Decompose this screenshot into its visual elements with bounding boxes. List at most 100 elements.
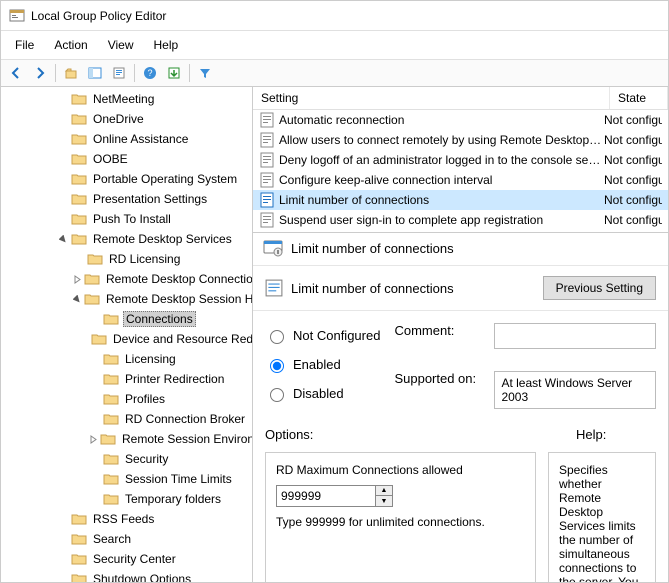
tree-item[interactable]: Remote Desktop Services [1,229,252,249]
list-row-state: Not configured [604,213,662,227]
previous-setting-button[interactable]: Previous Setting [543,276,656,300]
folder-icon [84,292,100,306]
tree-item-label: Security Center [93,552,176,566]
tree-item[interactable]: Online Assistance [1,129,252,149]
tree-item-label: Temporary folders [125,492,221,506]
tree-item[interactable]: OneDrive [1,109,252,129]
menu-file[interactable]: File [5,34,44,56]
folder-icon [71,552,87,566]
tree-item[interactable]: Shutdown Options [1,569,252,582]
radio-enabled[interactable]: Enabled [265,356,380,373]
list-row-state: Not configured [604,113,662,127]
spin-down-button[interactable]: ▼ [376,496,392,506]
tree-item-label: Shutdown Options [93,572,191,582]
supported-on-label: Supported on: [394,371,484,386]
tree-item-label: Remote Desktop Connection Client [106,272,253,286]
tree-item[interactable]: Profiles [1,389,252,409]
tree-item[interactable]: Security [1,449,252,469]
radio-group: Not Configured Enabled Disabled [265,323,380,409]
spin-up-button[interactable]: ▲ [376,486,392,496]
radio-not-configured[interactable]: Not Configured [265,327,380,344]
supported-on-value: At least Windows Server 2003 [494,371,656,409]
list-row[interactable]: Limit number of connectionsNot configure… [253,190,668,210]
policy-item-icon [259,132,275,148]
help-panel: Specifies whether Remote Desktop Service… [548,452,656,582]
toolbar-separator [55,64,56,82]
forward-button[interactable] [29,62,51,84]
tree-item[interactable]: Search [1,529,252,549]
tree-item[interactable]: Session Time Limits [1,469,252,489]
up-button[interactable] [60,62,82,84]
radio-not-configured-input[interactable] [270,330,284,344]
comment-field[interactable] [494,323,656,349]
radio-disabled[interactable]: Disabled [265,385,380,402]
list-row[interactable]: Configure keep-alive connection interval… [253,170,668,190]
tree-pane[interactable]: NetMeetingOneDriveOnline AssistanceOOBEP… [1,87,253,582]
tree-item[interactable]: Remote Desktop Session Host [1,289,252,309]
tree-item[interactable]: Printer Redirection [1,369,252,389]
show-hide-tree-button[interactable] [84,62,106,84]
tree-item[interactable]: Push To Install [1,209,252,229]
tree-item[interactable]: OOBE [1,149,252,169]
list-body[interactable]: Automatic reconnectionNot configuredAllo… [253,110,668,230]
tree-item[interactable]: Remote Desktop Connection Client [1,269,252,289]
menu-view[interactable]: View [98,34,144,56]
filter-button[interactable] [194,62,216,84]
toolbar-separator [134,64,135,82]
column-setting[interactable]: Setting [253,87,610,109]
column-state[interactable]: State [610,87,668,109]
radio-disabled-label: Disabled [293,386,344,401]
list-row[interactable]: Suspend user sign-in to complete app reg… [253,210,668,230]
tree-item[interactable]: Presentation Settings [1,189,252,209]
list-row[interactable]: Deny logoff of an administrator logged i… [253,150,668,170]
list-row-setting: Configure keep-alive connection interval [279,173,604,187]
menu-action[interactable]: Action [44,34,97,56]
back-button[interactable] [5,62,27,84]
list-row[interactable]: Automatic reconnectionNot configured [253,110,668,130]
tree-item[interactable]: Connections [1,309,252,329]
tree-item-label: Printer Redirection [125,372,224,386]
dialog-title: Limit number of connections [291,241,454,256]
help-button[interactable]: ? [139,62,161,84]
tree-item[interactable]: Temporary folders [1,489,252,509]
folder-icon [71,112,87,126]
export-button[interactable] [163,62,185,84]
list-row[interactable]: Allow users to connect remotely by using… [253,130,668,150]
tree-item[interactable]: RSS Feeds [1,509,252,529]
folder-icon [100,432,116,446]
policy-icon [263,238,283,258]
collapse-icon[interactable] [57,235,69,244]
tree-item[interactable]: NetMeeting [1,89,252,109]
folder-icon [71,192,87,206]
radio-enabled-input[interactable] [270,359,284,373]
toolbar: ? [1,59,668,87]
tree-item[interactable]: RD Connection Broker [1,409,252,429]
radio-disabled-input[interactable] [270,388,284,402]
tree-item[interactable]: Licensing [1,349,252,369]
tree-item[interactable]: Remote Session Environment [1,429,252,449]
policy-item-icon [259,212,275,228]
max-connections-input[interactable] [276,485,376,507]
list-row-state: Not configured [604,193,662,207]
expand-icon[interactable] [73,275,82,284]
tree-item-label: Online Assistance [93,132,188,146]
folder-icon [71,92,87,106]
properties-button[interactable] [108,62,130,84]
folder-icon [103,312,119,326]
tree-item[interactable]: Device and Resource Redirection [1,329,252,349]
list-row-setting: Suspend user sign-in to complete app reg… [279,213,604,227]
folder-icon [103,472,119,486]
menu-help[interactable]: Help [144,34,189,56]
radio-not-configured-label: Not Configured [293,328,380,343]
tree-item[interactable]: Portable Operating System [1,169,252,189]
policy-item-icon [259,172,275,188]
dialog-header: Limit number of connections [253,233,668,263]
folder-icon [71,152,87,166]
collapse-icon[interactable] [73,295,82,304]
folder-icon [91,332,107,346]
tree-item[interactable]: Security Center [1,549,252,569]
tree-item[interactable]: RD Licensing [1,249,252,269]
tree-item-label: RD Connection Broker [125,412,245,426]
folder-icon [103,412,119,426]
expand-icon[interactable] [89,435,98,444]
